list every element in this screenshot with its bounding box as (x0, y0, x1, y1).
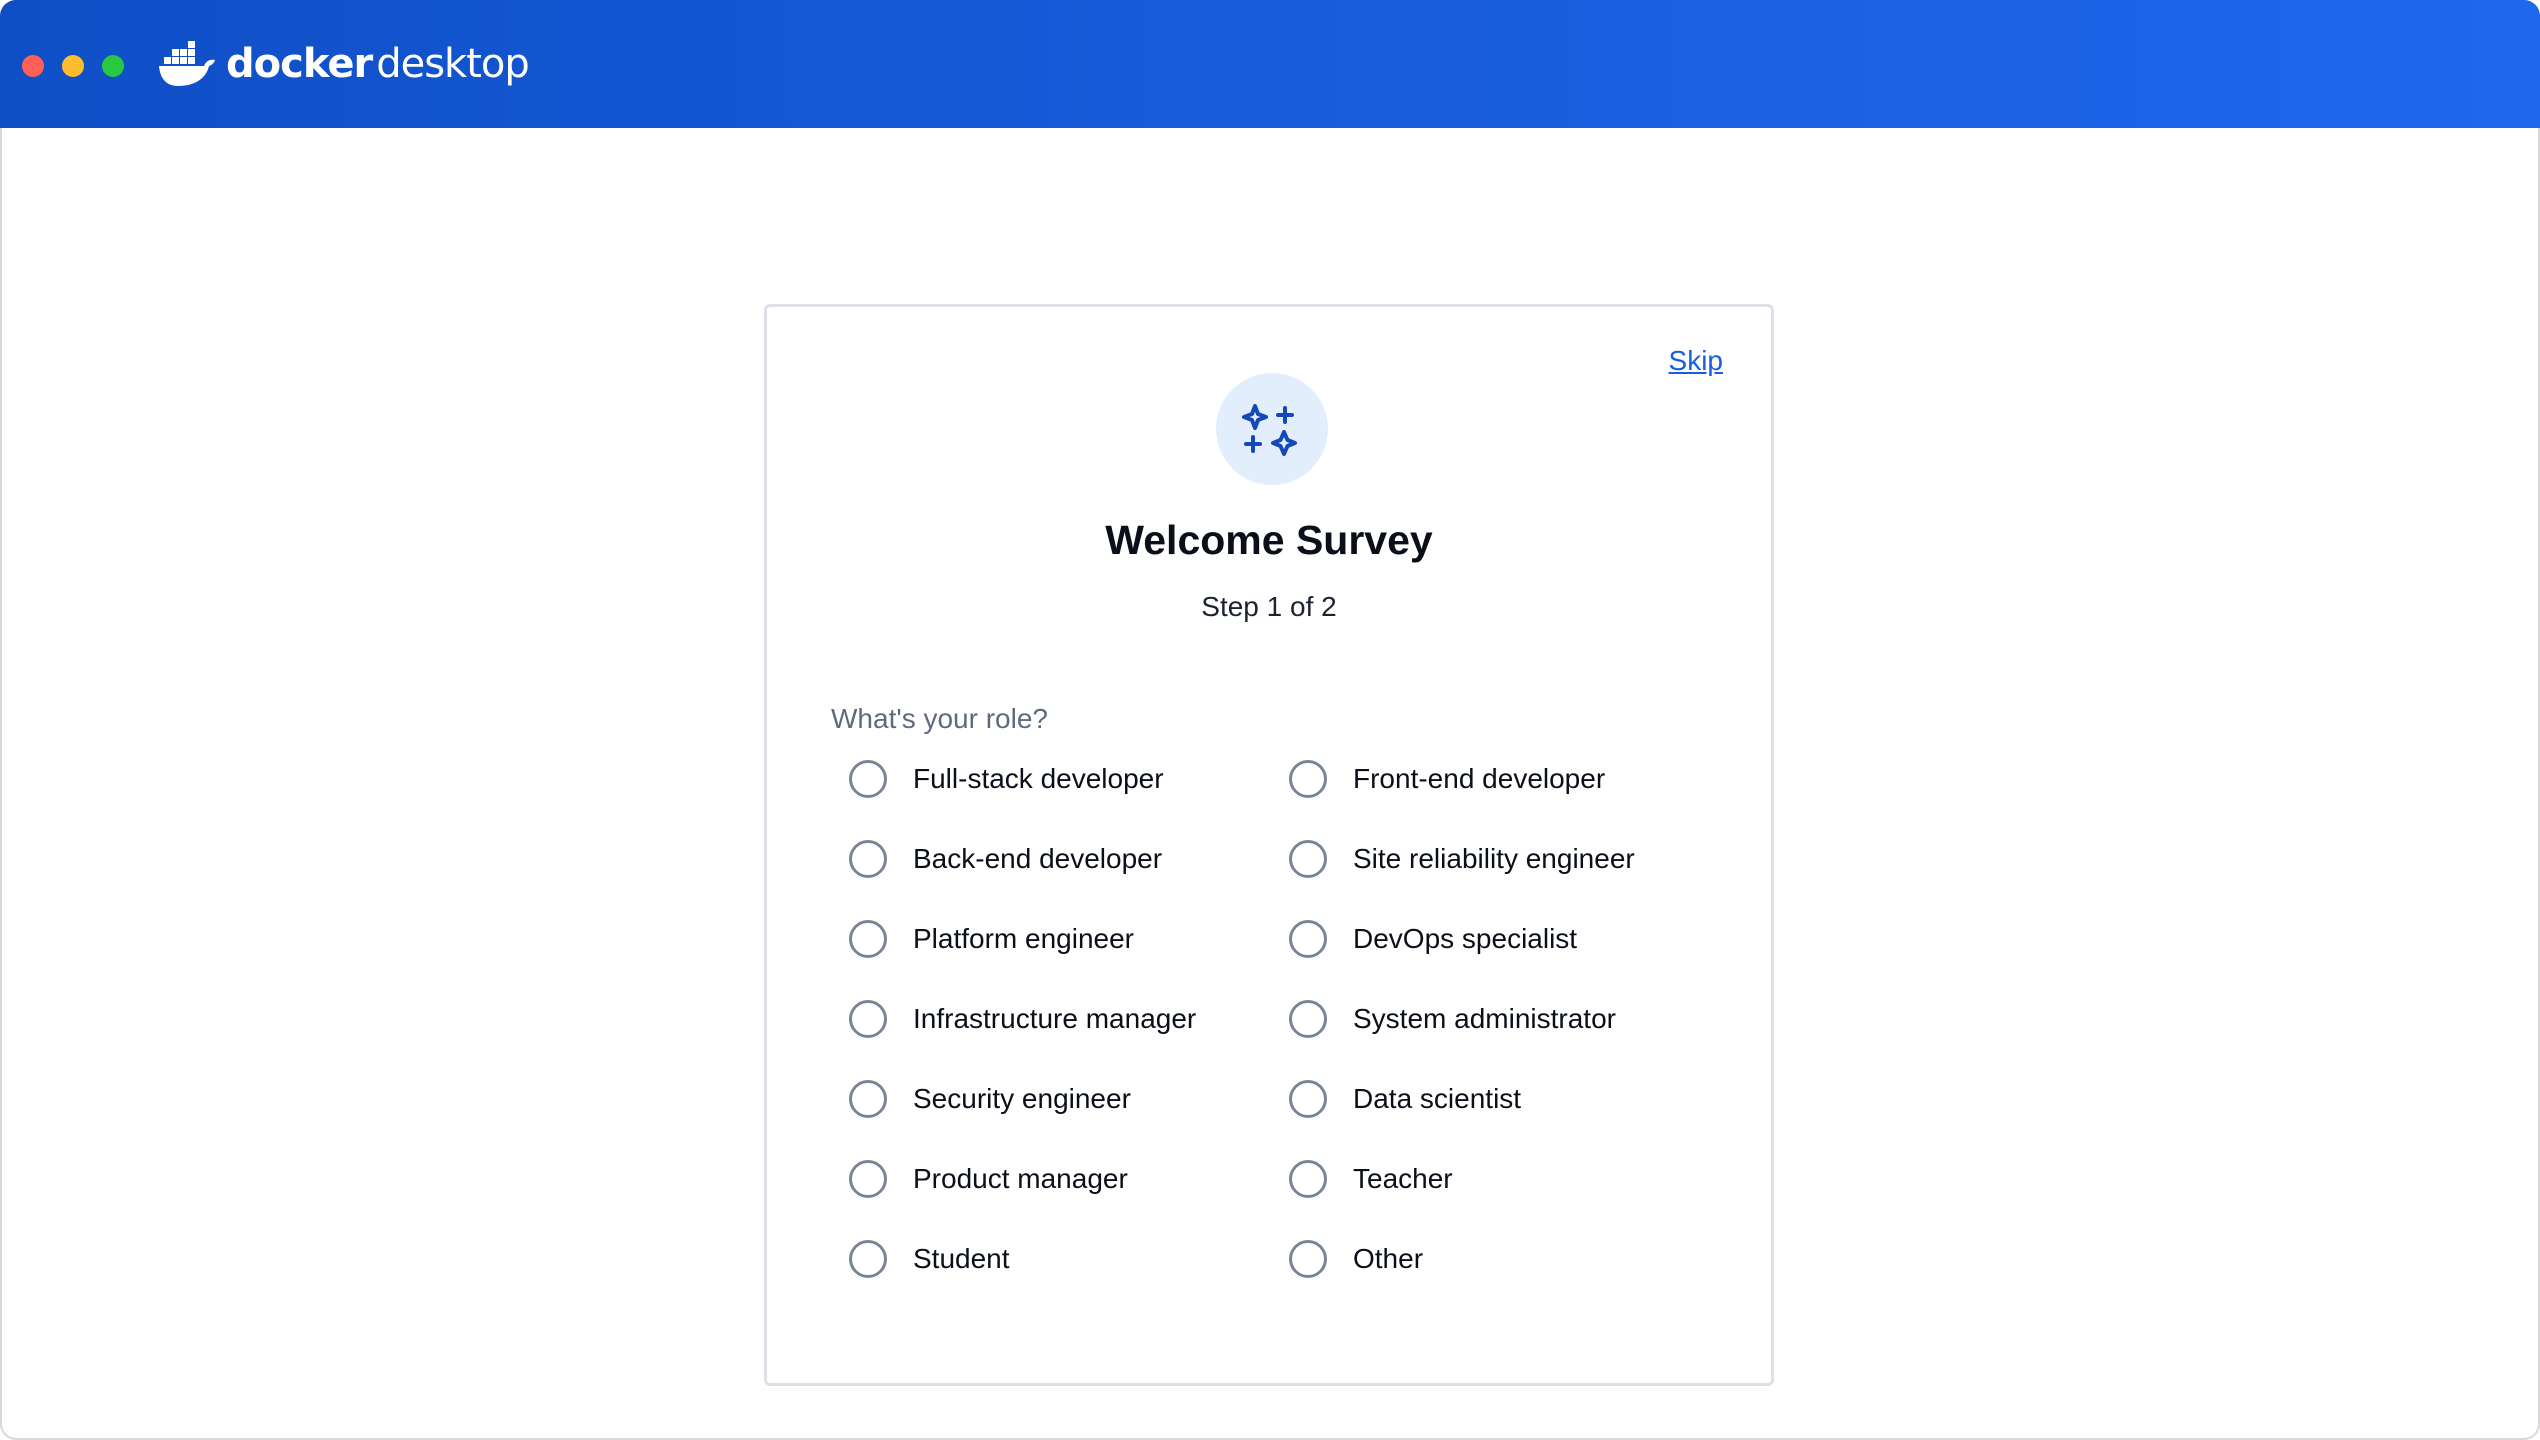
logo-text-desktop: desktop (376, 41, 530, 87)
zoom-window-button[interactable] (102, 55, 124, 77)
role-option-security-engineer[interactable]: Security engineer (849, 1075, 1289, 1123)
role-option-data-scientist[interactable]: Data scientist (1289, 1075, 1729, 1123)
docker-whale-icon (159, 41, 215, 86)
option-label: Platform engineer (913, 923, 1135, 954)
option-label: Other (1353, 1243, 1424, 1274)
option-label: DevOps specialist (1353, 923, 1578, 954)
option-label: Site reliability engineer (1353, 843, 1635, 874)
option-label: Student (913, 1243, 1010, 1274)
role-option-full-stack-developer[interactable]: Full-stack developer (849, 755, 1289, 803)
role-option-site-reliability-engineer[interactable]: Site reliability engineer (1289, 835, 1729, 883)
role-option-infrastructure-manager[interactable]: Infrastructure manager (849, 995, 1289, 1043)
radio-button[interactable] (849, 840, 887, 878)
role-option-other[interactable]: Other (1289, 1235, 1729, 1283)
role-option-back-end-developer[interactable]: Back-end developer (849, 835, 1289, 883)
radio-button[interactable] (849, 920, 887, 958)
role-option-front-end-developer[interactable]: Front-end developer (1289, 755, 1729, 803)
logo-text-docker: docker (226, 41, 373, 87)
role-options: Full-stack developer Front-end developer… (849, 755, 1729, 1315)
skip-link[interactable]: Skip (1669, 345, 1723, 377)
close-window-button[interactable] (22, 55, 44, 77)
docker-desktop-logo: docker desktop (158, 36, 530, 92)
radio-button[interactable] (1289, 920, 1327, 958)
docker-desktop-window: docker desktop Skip Welcome Survey Step … (0, 0, 2540, 1440)
role-option-devops-specialist[interactable]: DevOps specialist (1289, 915, 1729, 963)
welcome-survey-card: Skip Welcome Survey Step 1 of 2 What's y… (764, 304, 1774, 1386)
radio-button[interactable] (849, 760, 887, 798)
step-indicator: Step 1 of 2 (1201, 591, 1337, 622)
sparkles-badge (1216, 373, 1328, 485)
role-option-teacher[interactable]: Teacher (1289, 1155, 1729, 1203)
radio-button[interactable] (849, 1080, 887, 1118)
option-label: Security engineer (913, 1083, 1131, 1114)
radio-button[interactable] (849, 1240, 887, 1278)
radio-button[interactable] (849, 1160, 887, 1198)
radio-button[interactable] (1289, 840, 1327, 878)
role-option-student[interactable]: Student (849, 1235, 1289, 1283)
sparkles-icon (1242, 404, 1297, 456)
option-label: Full-stack developer (913, 763, 1164, 794)
option-label: Product manager (913, 1163, 1128, 1194)
option-label: Infrastructure manager (913, 1003, 1197, 1034)
option-label: Back-end developer (913, 843, 1163, 874)
radio-button[interactable] (1289, 1000, 1327, 1038)
minimize-window-button[interactable] (62, 55, 84, 77)
option-label: Front-end developer (1353, 763, 1606, 794)
option-label: Teacher (1353, 1163, 1453, 1194)
option-label: Data scientist (1353, 1083, 1522, 1114)
survey-title: Welcome Survey (1105, 517, 1433, 563)
role-option-product-manager[interactable]: Product manager (849, 1155, 1289, 1203)
radio-button[interactable] (1289, 760, 1327, 798)
role-question: What's your role? (831, 703, 1048, 734)
title-bar: docker desktop (0, 0, 2540, 128)
radio-button[interactable] (1289, 1240, 1327, 1278)
radio-button[interactable] (1289, 1080, 1327, 1118)
radio-button[interactable] (1289, 1160, 1327, 1198)
option-label: System administrator (1353, 1003, 1616, 1034)
role-option-platform-engineer[interactable]: Platform engineer (849, 915, 1289, 963)
radio-button[interactable] (849, 1000, 887, 1038)
role-option-system-administrator[interactable]: System administrator (1289, 995, 1729, 1043)
